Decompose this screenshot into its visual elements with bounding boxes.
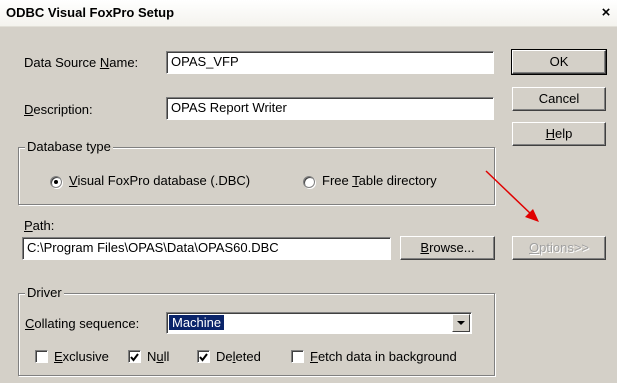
help-button[interactable]: Help	[512, 122, 606, 146]
description-input[interactable]: OPAS Report Writer	[166, 97, 494, 120]
collating-dropdown-button[interactable]	[452, 314, 470, 332]
cancel-button[interactable]: Cancel	[512, 87, 606, 111]
chevron-down-icon	[457, 321, 465, 325]
deleted-checkbox[interactable]	[197, 350, 210, 363]
ok-button[interactable]: OK	[511, 49, 607, 75]
null-checkbox[interactable]	[128, 350, 141, 363]
null-label[interactable]: Null	[147, 349, 169, 364]
options-button[interactable]: Options>>	[512, 236, 606, 260]
collating-sequence-select[interactable]: Machine	[166, 312, 472, 334]
driver-legend: Driver	[25, 285, 64, 300]
radio-free-table-directory-label[interactable]: Free Table directory	[322, 173, 437, 188]
radio-visual-foxpro-database[interactable]	[50, 176, 62, 188]
exclusive-label[interactable]: Exclusive	[54, 349, 109, 364]
radio-visual-foxpro-database-label[interactable]: Visual FoxPro database (.DBC)	[69, 173, 250, 188]
fetch-data-background-label[interactable]: Fetch data in background	[310, 349, 457, 364]
data-source-name-input[interactable]: OPAS_VFP	[166, 51, 494, 74]
collating-sequence-value: Machine	[167, 314, 226, 331]
radio-selected-dot	[54, 180, 58, 184]
close-icon[interactable]: ×	[598, 5, 614, 21]
deleted-label[interactable]: Deleted	[216, 349, 261, 364]
fetch-data-background-checkbox[interactable]	[291, 350, 304, 363]
data-source-name-label: Data Source Name:	[24, 55, 139, 70]
radio-free-table-directory[interactable]	[303, 176, 315, 188]
checkmark-icon	[199, 353, 208, 362]
checkmark-icon	[130, 353, 139, 362]
exclusive-checkbox[interactable]	[35, 350, 48, 363]
database-type-legend: Database type	[25, 139, 113, 154]
browse-button[interactable]: Browse...	[400, 236, 495, 260]
collating-sequence-label: Collating sequence:	[25, 316, 140, 331]
path-input[interactable]: C:\Program Files\OPAS\Data\OPAS60.DBC	[22, 237, 391, 260]
red-arrow-annotation-icon	[485, 170, 539, 222]
path-label: Path:	[24, 218, 55, 233]
description-label: Description:	[24, 102, 93, 117]
window-title: ODBC Visual FoxPro Setup	[6, 5, 175, 20]
